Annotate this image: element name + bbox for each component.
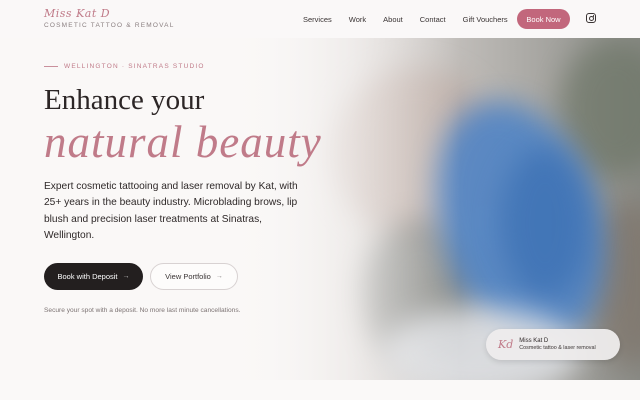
arrow-right-icon: → xyxy=(215,273,223,280)
view-portfolio-label: View Portfolio xyxy=(165,272,211,281)
hero-description: Expert cosmetic tattooing and laser remo… xyxy=(44,181,298,241)
book-with-deposit-label: Book with Deposit xyxy=(57,272,118,281)
nav-gift-vouchers[interactable]: Gift Vouchers xyxy=(463,15,508,24)
hero-headline: Enhance your xyxy=(44,84,205,116)
book-with-deposit-button[interactable]: Book with Deposit → xyxy=(44,263,143,290)
view-portfolio-button[interactable]: View Portfolio → xyxy=(150,263,238,290)
nav-services[interactable]: Services xyxy=(303,15,332,24)
card-role: Cosmetic tattoo & laser removal xyxy=(519,344,596,351)
main-nav: Services Work About Contact Gift Voucher… xyxy=(303,0,525,38)
card-text: Miss Kat D Cosmetic tattoo & laser remov… xyxy=(519,338,595,352)
brand[interactable]: Miss Kat D COSMETIC TATTOO & REMOVAL xyxy=(44,8,175,30)
site-header: Miss Kat D COSMETIC TATTOO & REMOVAL Ser… xyxy=(0,0,640,38)
instagram-icon[interactable] xyxy=(586,13,596,23)
arrow-right-icon: → xyxy=(122,273,130,280)
book-now-button[interactable]: Book Now xyxy=(517,9,570,29)
next-section-edge xyxy=(0,380,640,400)
hero-headline-accent: natural beauty xyxy=(44,117,322,167)
card-name: Miss Kat D xyxy=(519,337,549,344)
nav-about[interactable]: About xyxy=(383,15,403,24)
card-logo: Kd xyxy=(498,338,514,351)
deposit-note: Secure your spot with a deposit. No more… xyxy=(44,307,241,314)
brand-tagline: COSMETIC TATTOO & REMOVAL xyxy=(44,22,175,30)
eyebrow-divider xyxy=(44,66,58,67)
profile-card[interactable]: Kd Miss Kat D Cosmetic tattoo & laser re… xyxy=(486,329,620,360)
nav-contact[interactable]: Contact xyxy=(420,15,446,24)
nav-work[interactable]: Work xyxy=(349,15,366,24)
brand-logo: Miss Kat D xyxy=(44,7,111,21)
eyebrow-text: WELLINGTON · SINATRAS STUDIO xyxy=(64,63,205,70)
hero-eyebrow: WELLINGTON · SINATRAS STUDIO xyxy=(44,63,205,70)
